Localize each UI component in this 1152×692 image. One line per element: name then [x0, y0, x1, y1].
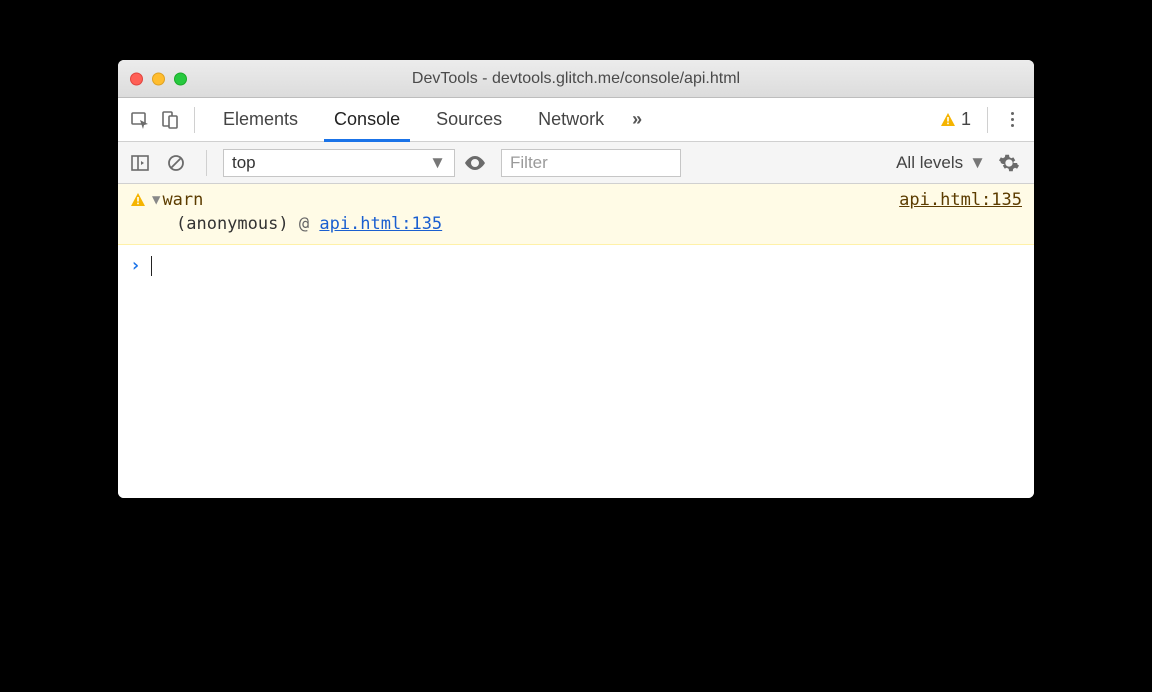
log-levels-select[interactable]: All levels ▼	[892, 153, 990, 173]
stack-source-link[interactable]: api.html:135	[319, 214, 442, 234]
separator	[194, 107, 195, 133]
execution-context-select[interactable]: top ▼	[223, 149, 455, 177]
window-title: DevTools - devtools.glitch.me/console/ap…	[118, 70, 1034, 88]
device-toolbar-icon[interactable]	[156, 106, 184, 134]
console-prompt[interactable]: ›	[118, 245, 1034, 286]
context-value: top	[232, 153, 256, 173]
settings-menu-icon[interactable]	[998, 112, 1026, 127]
console-settings-icon[interactable]	[998, 152, 1026, 174]
clear-console-icon[interactable]	[162, 149, 190, 177]
minimize-window-button[interactable]	[152, 72, 165, 85]
main-tabs-row: Elements Console Sources Network » 1	[118, 98, 1034, 142]
tab-sources[interactable]: Sources	[418, 98, 520, 141]
levels-label: All levels	[896, 153, 963, 173]
tab-console[interactable]: Console	[316, 98, 418, 141]
toggle-console-sidebar-icon[interactable]	[126, 149, 154, 177]
console-warning-entry[interactable]: ▼ warn api.html:135 (anonymous) @ api.ht…	[118, 184, 1034, 245]
warning-icon	[130, 192, 146, 208]
dropdown-icon: ▼	[969, 153, 986, 173]
console-output: ▼ warn api.html:135 (anonymous) @ api.ht…	[118, 184, 1034, 498]
console-toolbar: top ▼ All levels ▼	[118, 142, 1034, 184]
devtools-window: DevTools - devtools.glitch.me/console/ap…	[118, 60, 1034, 498]
dropdown-icon: ▼	[429, 153, 446, 173]
warning-header-line: ▼ warn api.html:135	[130, 190, 1022, 210]
warning-count: 1	[961, 109, 971, 130]
stack-at: @	[299, 214, 320, 234]
window-controls	[130, 72, 187, 85]
warning-message: warn	[162, 190, 203, 210]
stack-function: (anonymous)	[176, 214, 289, 234]
warning-icon	[940, 112, 956, 128]
tab-elements[interactable]: Elements	[205, 98, 316, 141]
stack-trace-line: (anonymous) @ api.html:135	[130, 214, 1022, 234]
more-tabs-icon[interactable]: »	[624, 109, 647, 130]
input-caret	[151, 256, 152, 276]
panel-tabs: Elements Console Sources Network	[205, 98, 622, 141]
prompt-chevron-icon: ›	[130, 255, 141, 276]
disclosure-triangle-icon[interactable]: ▼	[152, 192, 160, 208]
tab-network[interactable]: Network	[520, 98, 622, 141]
close-window-button[interactable]	[130, 72, 143, 85]
filter-input[interactable]	[501, 149, 681, 177]
separator	[987, 107, 988, 133]
window-titlebar: DevTools - devtools.glitch.me/console/ap…	[118, 60, 1034, 98]
live-expression-icon[interactable]	[463, 151, 493, 175]
source-link[interactable]: api.html:135	[899, 190, 1022, 210]
inspect-element-icon[interactable]	[126, 106, 154, 134]
separator	[206, 150, 207, 176]
maximize-window-button[interactable]	[174, 72, 187, 85]
warnings-badge[interactable]: 1	[934, 109, 977, 130]
